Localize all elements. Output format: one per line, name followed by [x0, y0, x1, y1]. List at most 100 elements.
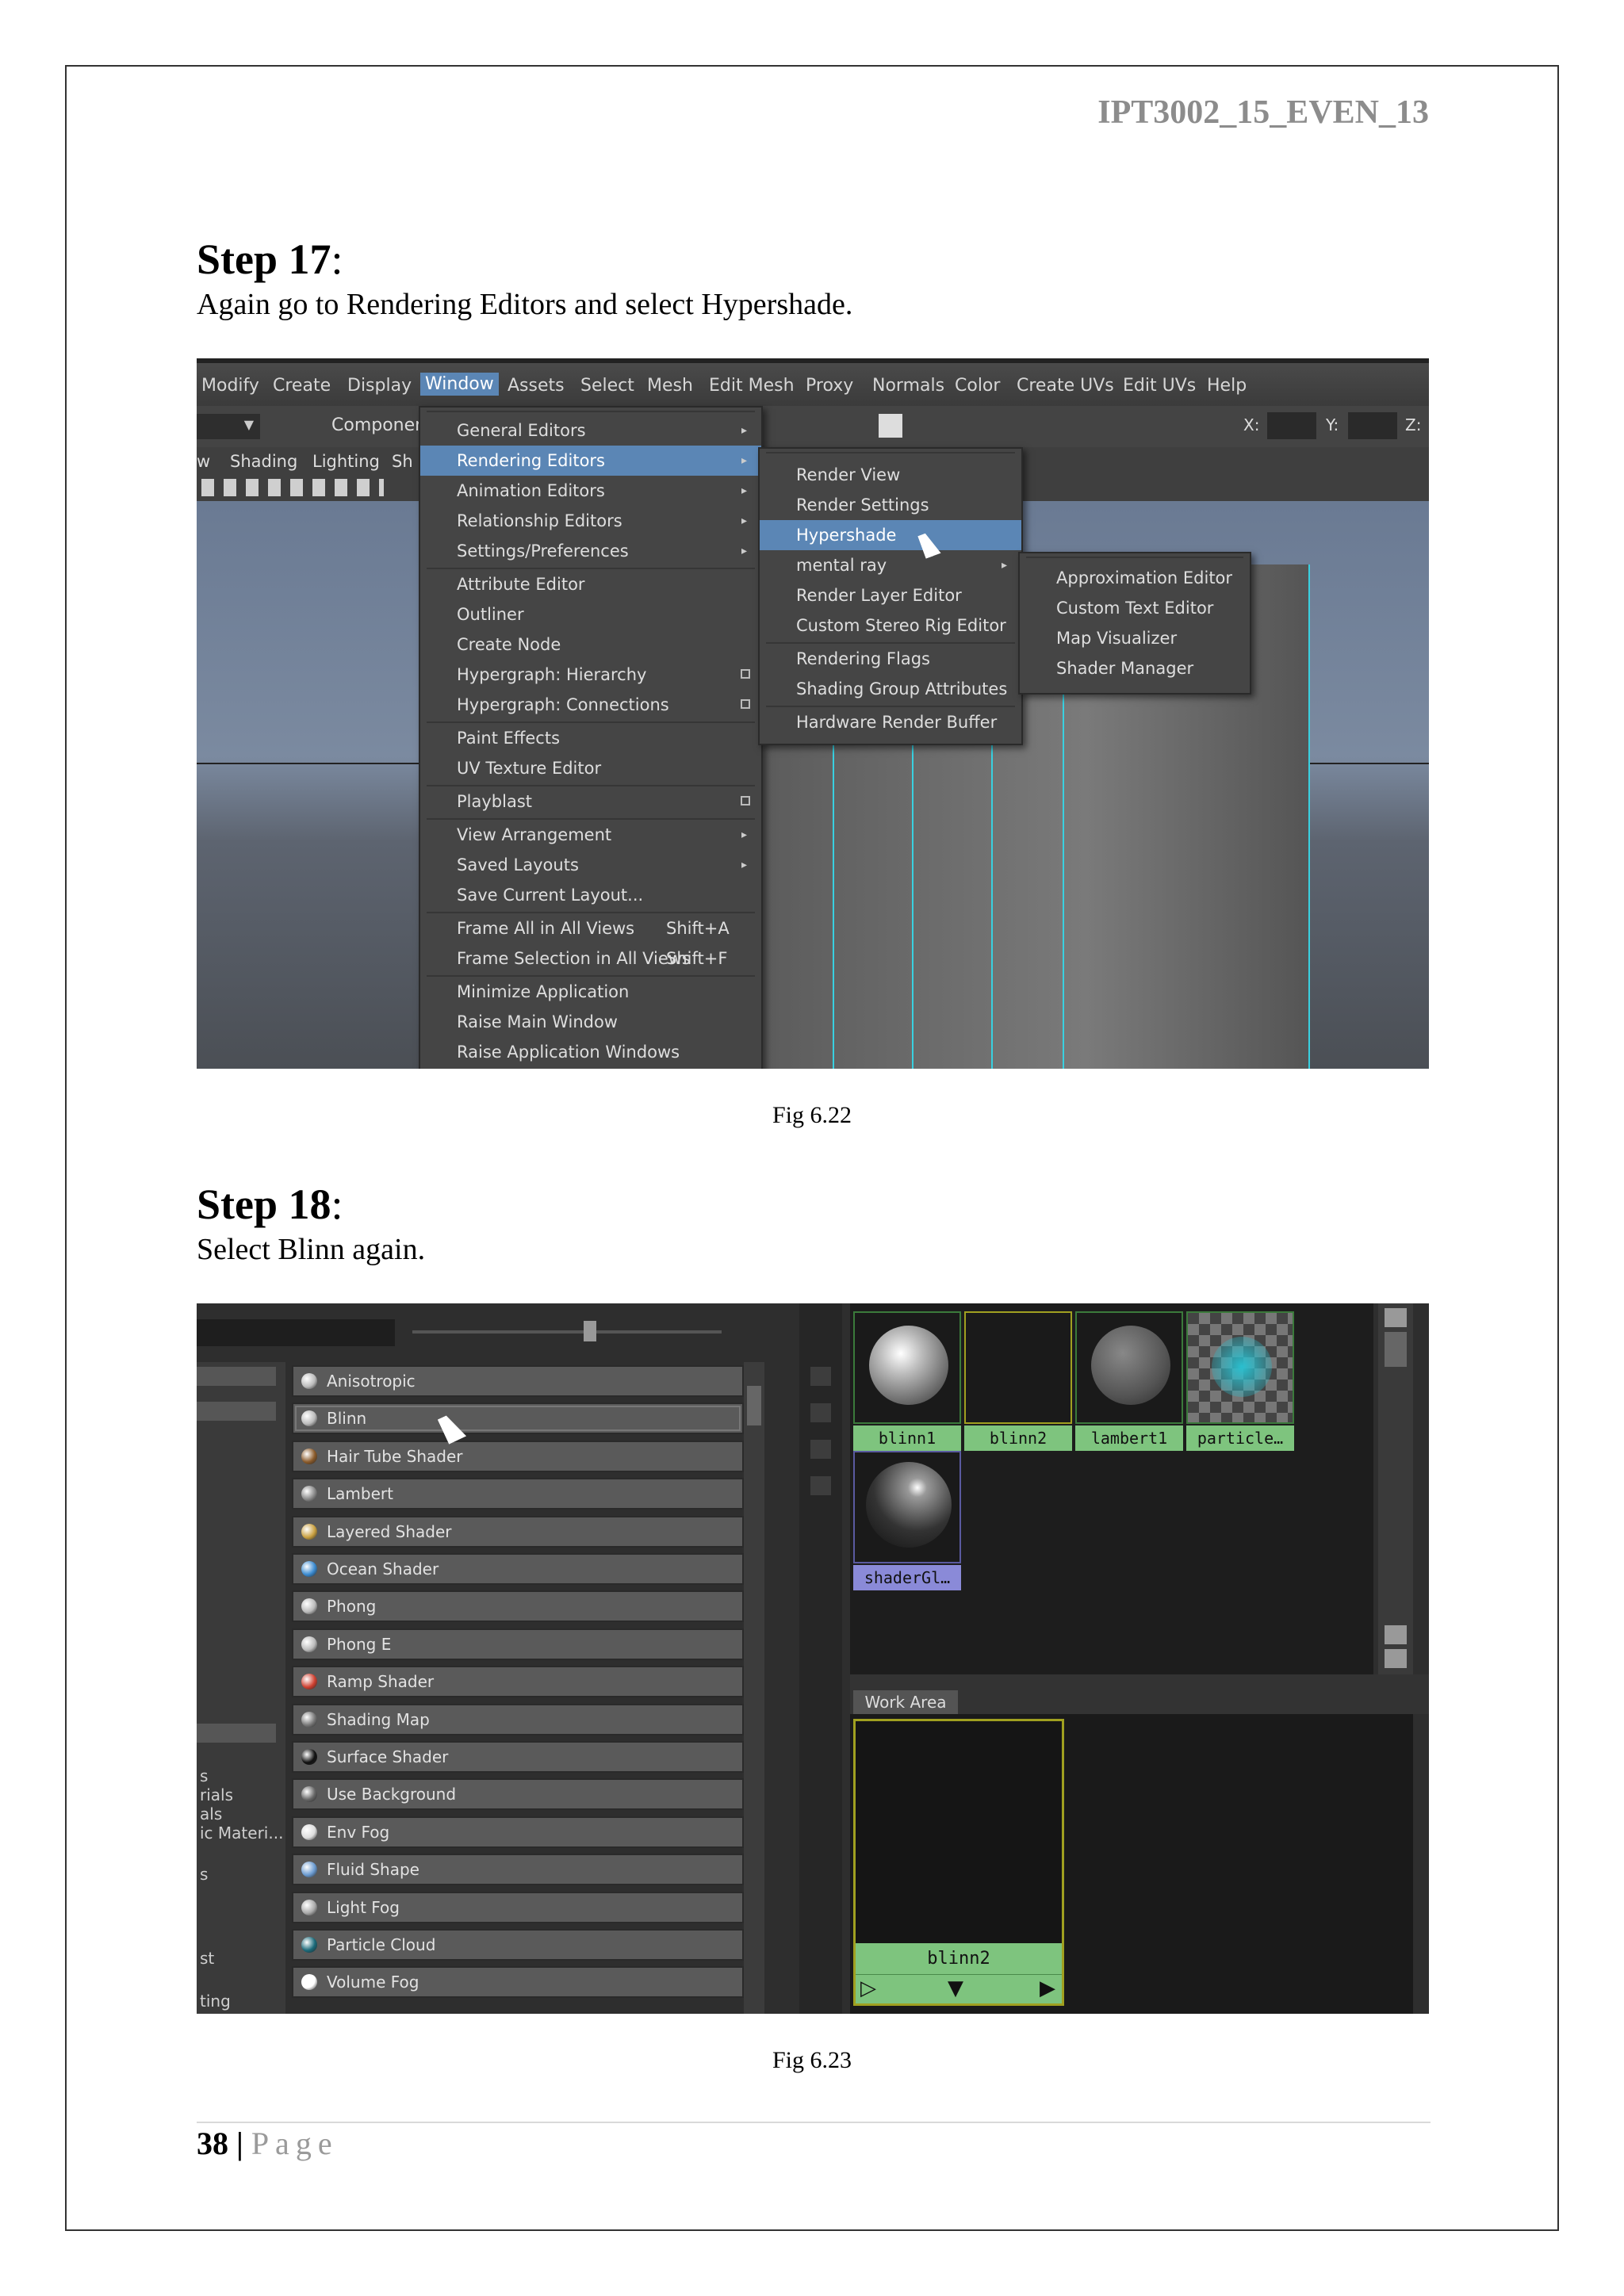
menu-create[interactable]: Create: [273, 376, 331, 396]
option-box-icon[interactable]: [741, 669, 750, 679]
menu-mesh[interactable]: Mesh: [647, 376, 693, 396]
x-field[interactable]: [1267, 412, 1316, 439]
tool-icon[interactable]: [810, 1403, 831, 1422]
panel-menu-view[interactable]: w: [197, 452, 210, 471]
menu-window[interactable]: Window: [420, 373, 499, 396]
menu-create-uvs[interactable]: Create UVs: [1017, 376, 1114, 396]
menu-item-raise-main-window[interactable]: Raise Main Window: [420, 1007, 761, 1037]
option-box-icon[interactable]: [741, 699, 750, 709]
menu-item-render-settings[interactable]: Render Settings: [760, 490, 1021, 520]
shader-list-item[interactable]: Volume Fog: [292, 1966, 744, 1999]
shader-list-item[interactable]: Particle Cloud: [292, 1929, 744, 1961]
tree-item[interactable]: st: [200, 1949, 214, 1968]
menu-item-shader-manager[interactable]: Shader Manager: [1020, 653, 1250, 683]
menu-assets[interactable]: Assets: [508, 376, 565, 396]
option-box-icon[interactable]: [741, 796, 750, 806]
swatch-blinn2[interactable]: blinn2: [964, 1311, 1072, 1451]
menu-item-hypershade[interactable]: Hypershade: [760, 520, 1021, 550]
tree-item[interactable]: ic Materi...: [200, 1823, 283, 1843]
shader-list-item[interactable]: Layered Shader: [292, 1515, 744, 1548]
menu-item-render-view[interactable]: Render View: [760, 460, 1021, 490]
menu-item-uv-texture-editor[interactable]: UV Texture Editor: [420, 753, 761, 783]
menu-help[interactable]: Help: [1207, 376, 1247, 396]
tree-item[interactable]: s: [200, 1766, 208, 1785]
shader-list-item[interactable]: Hair Tube Shader: [292, 1440, 744, 1472]
shader-list-item[interactable]: Ocean Shader: [292, 1553, 744, 1585]
output-port-icon[interactable]: ▶: [1040, 1976, 1055, 2000]
menu-tearoff[interactable]: [427, 411, 755, 412]
shader-list-item[interactable]: Anisotropic: [292, 1365, 744, 1397]
menu-item-map-visualizer[interactable]: Map Visualizer: [1020, 623, 1250, 653]
tree-header[interactable]: [197, 1367, 276, 1386]
menu-tearoff[interactable]: [766, 452, 1015, 453]
menu-item-view-arrangement[interactable]: View Arrangement ▸: [420, 820, 761, 850]
render-icon[interactable]: [879, 414, 902, 438]
shader-list-item[interactable]: Surface Shader: [292, 1741, 744, 1773]
scroll-up-icon[interactable]: [1385, 1625, 1407, 1644]
swatch-blinn1[interactable]: blinn1: [853, 1311, 961, 1451]
menu-item-paint-effects[interactable]: Paint Effects: [420, 723, 761, 753]
search-field[interactable]: [197, 1319, 395, 1346]
menu-item-mental-ray[interactable]: mental ray ▸: [760, 550, 1021, 580]
scrollbar-thumb[interactable]: [1385, 1332, 1407, 1367]
shader-list-item[interactable]: Fluid Shape: [292, 1854, 744, 1886]
menu-proxy[interactable]: Proxy: [806, 376, 853, 396]
swatch-particle[interactable]: particle…: [1186, 1311, 1294, 1451]
expand-icon[interactable]: ▼: [948, 1976, 963, 2000]
shader-list-scrollbar[interactable]: [744, 1362, 764, 2014]
tree-item[interactable]: ting: [200, 1992, 231, 2011]
scroll-down-icon[interactable]: [1385, 1649, 1407, 1668]
blinn2-node[interactable]: blinn2 ▷ ▼ ▶: [853, 1719, 1064, 2006]
swatch-panel-scrollbar[interactable]: [1378, 1303, 1413, 1674]
swatch-lambert1[interactable]: lambert1: [1075, 1311, 1183, 1451]
tree-item[interactable]: als: [200, 1804, 222, 1823]
menu-item-shading-group-attributes[interactable]: Shading Group Attributes: [760, 674, 1021, 704]
panel-menu-shading[interactable]: Shading: [230, 452, 297, 471]
tool-icon[interactable]: [810, 1440, 831, 1459]
tree-item[interactable]: rials: [200, 1785, 233, 1804]
menu-item-rendering-flags[interactable]: Rendering Flags: [760, 644, 1021, 674]
tab-work-area[interactable]: Work Area: [853, 1690, 958, 1714]
panel-menu-lighting[interactable]: Lighting: [312, 452, 380, 471]
menu-item-animation-editors[interactable]: Animation Editors ▸: [420, 476, 761, 506]
tool-icon[interactable]: [810, 1367, 831, 1386]
menu-edit-uvs[interactable]: Edit UVs: [1123, 376, 1196, 396]
menu-item-playblast[interactable]: Playblast: [420, 786, 761, 817]
menu-edit-mesh[interactable]: Edit Mesh: [709, 376, 795, 396]
menu-item-hardware-render-buffer[interactable]: Hardware Render Buffer: [760, 707, 1021, 737]
scroll-up-icon[interactable]: [1385, 1308, 1407, 1327]
panel-menu-show[interactable]: Sh: [392, 452, 413, 471]
shader-list-item[interactable]: Env Fog: [292, 1816, 744, 1848]
work-area-canvas[interactable]: blinn2 ▷ ▼ ▶: [850, 1714, 1413, 2014]
shader-list-item[interactable]: Use Background: [292, 1778, 744, 1811]
menu-item-raise-application-windows[interactable]: Raise Application Windows: [420, 1037, 761, 1067]
y-field[interactable]: [1348, 412, 1397, 439]
menu-normals[interactable]: Normals: [872, 376, 944, 396]
menu-select[interactable]: Select: [580, 376, 634, 396]
menu-item-relationship-editors[interactable]: Relationship Editors ▸: [420, 506, 761, 536]
swatch-shaderglow[interactable]: shaderGl…: [853, 1451, 961, 1590]
menu-item-create-node[interactable]: Create Node: [420, 629, 761, 660]
scrollbar-thumb[interactable]: [747, 1386, 761, 1425]
shader-list-item[interactable]: Phong: [292, 1590, 744, 1623]
menu-color[interactable]: Color: [955, 376, 1000, 396]
shader-list-item[interactable]: Shading Map: [292, 1703, 744, 1735]
shader-list-item[interactable]: Phong E: [292, 1628, 744, 1660]
tree-item[interactable]: s: [200, 1865, 208, 1884]
menu-item-saved-layouts[interactable]: Saved Layouts ▸: [420, 850, 761, 880]
mode-dropdown[interactable]: ▼: [197, 414, 260, 439]
tree-header[interactable]: [197, 1724, 276, 1743]
menu-item-save-current-layout[interactable]: Save Current Layout...: [420, 880, 761, 910]
menu-item-approximation-editor[interactable]: Approximation Editor: [1020, 563, 1250, 593]
slider-handle[interactable]: [584, 1321, 596, 1341]
menu-item-hypergraph-hierarchy[interactable]: Hypergraph: Hierarchy: [420, 660, 761, 690]
menu-item-minimize-application[interactable]: Minimize Application: [420, 977, 761, 1007]
menu-modify[interactable]: Modify: [201, 376, 259, 396]
tool-icon[interactable]: [810, 1476, 831, 1495]
menu-item-custom-stereo-rig-editor[interactable]: Custom Stereo Rig Editor: [760, 610, 1021, 641]
menu-item-render-layer-editor[interactable]: Render Layer Editor: [760, 580, 1021, 610]
menu-item-attribute-editor[interactable]: Attribute Editor: [420, 569, 761, 599]
menu-item-settings-preferences[interactable]: Settings/Preferences ▸: [420, 536, 761, 566]
menu-item-general-editors[interactable]: General Editors ▸: [420, 415, 761, 446]
panel-toolbar-icons[interactable]: [201, 479, 384, 496]
